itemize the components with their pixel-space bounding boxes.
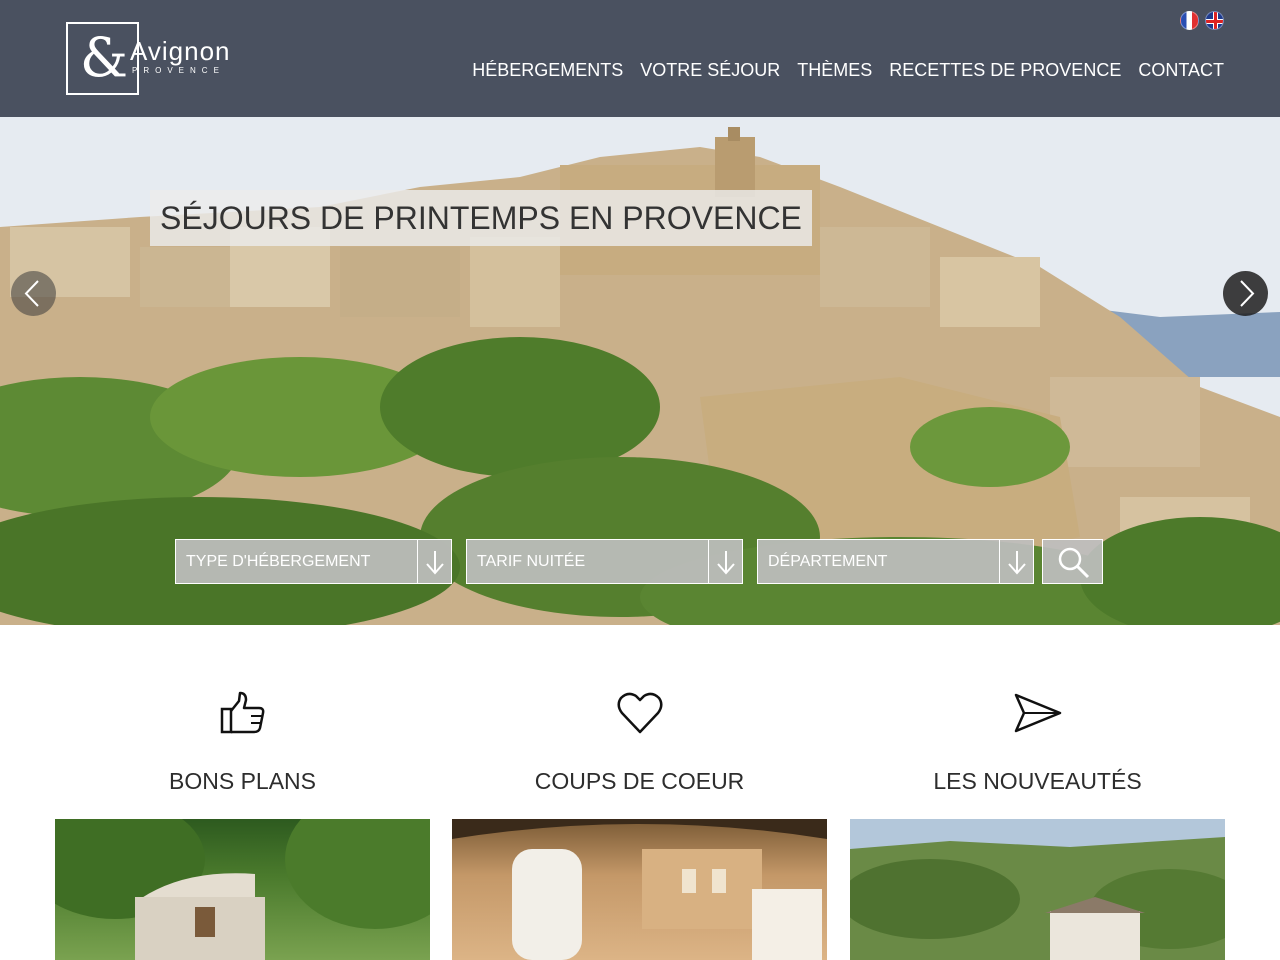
site-header: & Avignon PROVENCE HÉBERGEMENTS VOTRE SÉ… — [0, 0, 1280, 117]
roulotte-photo — [55, 819, 430, 960]
filter-tarif-nuitee[interactable]: TARIF NUITÉE — [466, 539, 743, 584]
heart-icon — [617, 692, 662, 734]
feature-bons-plans: BONS PLANS — [55, 625, 430, 960]
feature-title: BONS PLANS — [169, 768, 316, 794]
logo-subtitle: PROVENCE — [132, 66, 225, 75]
feature-image[interactable] — [850, 819, 1225, 960]
countryside-photo — [850, 819, 1225, 960]
slider-next-button[interactable] — [1223, 271, 1268, 316]
uk-flag-cross — [1214, 12, 1217, 29]
feature-nouveautes: LES NOUVEAUTÉS — [850, 625, 1225, 960]
feature-title: LES NOUVEAUTÉS — [933, 768, 1142, 794]
filter-label: DÉPARTEMENT — [768, 553, 888, 570]
slider-prev-button[interactable] — [11, 271, 56, 316]
uk-flag-icon[interactable] — [1205, 11, 1224, 30]
nav-recettes[interactable]: RECETTES DE PROVENCE — [889, 60, 1121, 81]
arrow-down-icon — [708, 540, 742, 583]
filter-type-hebergement[interactable]: TYPE D'HÉBERGEMENT — [175, 539, 452, 584]
feature-image[interactable] — [452, 819, 827, 960]
logo-name: Avignon — [130, 36, 231, 66]
search-button[interactable] — [1042, 539, 1103, 584]
nav-votre-sejour[interactable]: VOTRE SÉJOUR — [640, 60, 780, 81]
nav-hebergements[interactable]: HÉBERGEMENTS — [472, 60, 623, 81]
arrow-down-icon — [999, 540, 1033, 583]
feature-coups-de-coeur: COUPS DE COEUR — [452, 625, 827, 960]
nav-themes[interactable]: THÈMES — [797, 60, 872, 81]
filter-label: TYPE D'HÉBERGEMENT — [186, 553, 371, 570]
hero-title: SÉJOURS DE PRINTEMPS EN PROVENCE — [150, 190, 812, 246]
hero-slider: SÉJOURS DE PRINTEMPS EN PROVENCE TYPE D'… — [0, 117, 1280, 625]
chevron-left-icon — [24, 280, 39, 307]
filter-departement[interactable]: DÉPARTEMENT — [757, 539, 1034, 584]
chevron-right-icon — [1240, 280, 1255, 307]
feature-image[interactable] — [55, 819, 430, 960]
nav-contact[interactable]: CONTACT — [1138, 60, 1224, 81]
paper-plane-icon — [1014, 693, 1061, 733]
arrow-down-icon — [417, 540, 451, 583]
language-switcher — [1180, 11, 1224, 30]
thumbs-up-icon — [220, 691, 264, 734]
filter-label: TARIF NUITÉE — [477, 553, 586, 570]
features-section: BONS PLANS COUPS DE COEUR LES NOUVEAUTÉS — [55, 625, 1225, 960]
search-icon — [1058, 547, 1090, 579]
feature-title: COUPS DE COEUR — [534, 768, 745, 794]
site-logo[interactable]: & Avignon PROVENCE — [66, 22, 246, 95]
france-flag-icon[interactable] — [1180, 11, 1199, 30]
courtyard-photo — [452, 819, 827, 960]
logo-symbol: & — [80, 26, 129, 89]
main-nav: HÉBERGEMENTS VOTRE SÉJOUR THÈMES RECETTE… — [472, 60, 1224, 81]
search-bar: TYPE D'HÉBERGEMENT TARIF NUITÉE DÉPARTEM… — [175, 539, 1103, 584]
